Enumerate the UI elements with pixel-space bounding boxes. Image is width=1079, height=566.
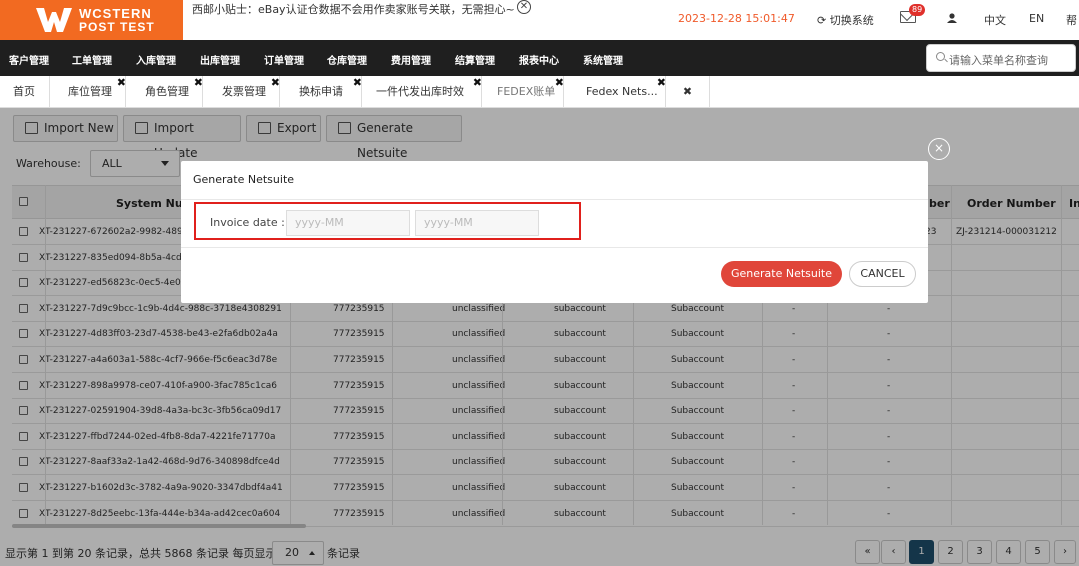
nav-item-outbound[interactable]: 出库管理: [200, 52, 240, 67]
switch-system-label: 切换系统: [829, 14, 874, 27]
tab-location[interactable]: 库位管理 ✖: [50, 76, 126, 108]
close-icon[interactable]: ✖: [117, 67, 126, 99]
cancel-button[interactable]: CANCEL: [849, 261, 916, 287]
lang-en-button[interactable]: EN: [1029, 12, 1044, 25]
tip-banner: 西邮小贴士：eBay认证仓数据不会用作卖家账号关联，无需担心~: [192, 3, 515, 16]
invoice-date-start-input[interactable]: yyyy-MM: [286, 210, 410, 236]
tab-label: FEDEX账单: [497, 85, 556, 98]
tab-label: 库位管理: [68, 85, 112, 98]
switch-system-button[interactable]: ⟳ 切换系统: [817, 12, 874, 28]
tab-home[interactable]: 首页: [0, 76, 50, 108]
tab-dropship-timeliness[interactable]: 一件代发出库时效 ✖: [362, 76, 482, 108]
tab-label: 一件代发出库时效: [376, 85, 464, 98]
user-icon[interactable]: [947, 13, 957, 23]
nav-item-customer[interactable]: 客户管理: [9, 52, 49, 67]
page-tabs: 首页 库位管理 ✖ 角色管理 ✖ 发票管理 ✖ 换标申请 ✖ 一件代发出库时效 ✖ FED…: [0, 76, 1079, 108]
close-icon[interactable]: ✖: [353, 67, 362, 99]
nav-item-reports[interactable]: 报表中心: [519, 52, 559, 67]
invoice-date-label: Invoice date :: [210, 216, 285, 229]
tab-close-all[interactable]: ✖: [666, 76, 710, 108]
close-icon[interactable]: ✖: [657, 67, 666, 99]
search-icon: [936, 52, 945, 61]
logo-text-line1: WCSTERN: [79, 6, 152, 21]
nav-item-fees[interactable]: 费用管理: [391, 52, 431, 67]
nav-item-warehouse[interactable]: 仓库管理: [327, 52, 367, 67]
close-icon[interactable]: ✖: [555, 67, 564, 99]
main-nav: 客户管理 工单管理 入库管理 出库管理 订单管理 仓库管理 费用管理 结算管理 …: [0, 40, 1079, 76]
modal-close-icon[interactable]: ×: [928, 138, 950, 160]
lang-zh-button[interactable]: 中文: [984, 12, 1006, 28]
nav-item-workorder[interactable]: 工单管理: [72, 52, 112, 67]
tab-label: Fedex Nets...: [586, 85, 658, 98]
nav-item-system[interactable]: 系统管理: [583, 52, 623, 67]
logo-text-line2: POST TEST: [79, 20, 155, 34]
close-icon[interactable]: ✖: [473, 67, 482, 99]
nav-item-settlement[interactable]: 结算管理: [455, 52, 495, 67]
divider: [181, 247, 928, 248]
tab-label: 首页: [13, 85, 35, 98]
generate-netsuite-dialog: Generate Netsuite Invoice date : yyyy-MM…: [181, 161, 928, 303]
logo[interactable]: WCSTERN POST TEST: [0, 0, 183, 40]
menu-search-input[interactable]: 请输入菜单名称查询: [926, 44, 1076, 72]
dialog-title: Generate Netsuite: [193, 173, 295, 186]
invoice-date-field-highlight: Invoice date : yyyy-MM yyyy-MM: [194, 202, 581, 240]
tab-fedex-bill[interactable]: FEDEX账单 ✖: [482, 76, 564, 108]
mail-badge: 89: [909, 4, 926, 16]
logo-w-icon: [36, 8, 72, 32]
menu-search-placeholder: 请输入菜单名称查询: [949, 54, 1048, 67]
tab-roles[interactable]: 角色管理 ✖: [126, 76, 203, 108]
tab-invoices[interactable]: 发票管理 ✖: [203, 76, 280, 108]
tab-label: 角色管理: [145, 85, 189, 98]
nav-item-inbound[interactable]: 入库管理: [136, 52, 176, 67]
tab-label: 发票管理: [222, 85, 266, 98]
help-link[interactable]: 帮: [1066, 12, 1077, 28]
close-icon[interactable]: ✖: [271, 67, 280, 99]
tip-close-icon[interactable]: ✕: [517, 0, 531, 14]
current-datetime: 2023-12-28 15:01:47: [678, 12, 795, 25]
tab-fedex-netsuite[interactable]: Fedex Nets... ✖: [564, 76, 666, 108]
invoice-date-end-input[interactable]: yyyy-MM: [415, 210, 539, 236]
tab-relabel[interactable]: 换标申请 ✖: [280, 76, 362, 108]
generate-netsuite-button[interactable]: Generate Netsuite: [721, 261, 842, 287]
top-header: WCSTERN POST TEST 西邮小贴士：eBay认证仓数据不会用作卖家账…: [0, 0, 1079, 40]
refresh-icon: ⟳: [817, 14, 827, 27]
tab-label: 换标申请: [299, 85, 343, 98]
close-icon[interactable]: ✖: [194, 67, 203, 99]
divider: [181, 199, 928, 200]
close-all-icon: ✖: [682, 85, 693, 98]
nav-item-orders[interactable]: 订单管理: [264, 52, 304, 67]
